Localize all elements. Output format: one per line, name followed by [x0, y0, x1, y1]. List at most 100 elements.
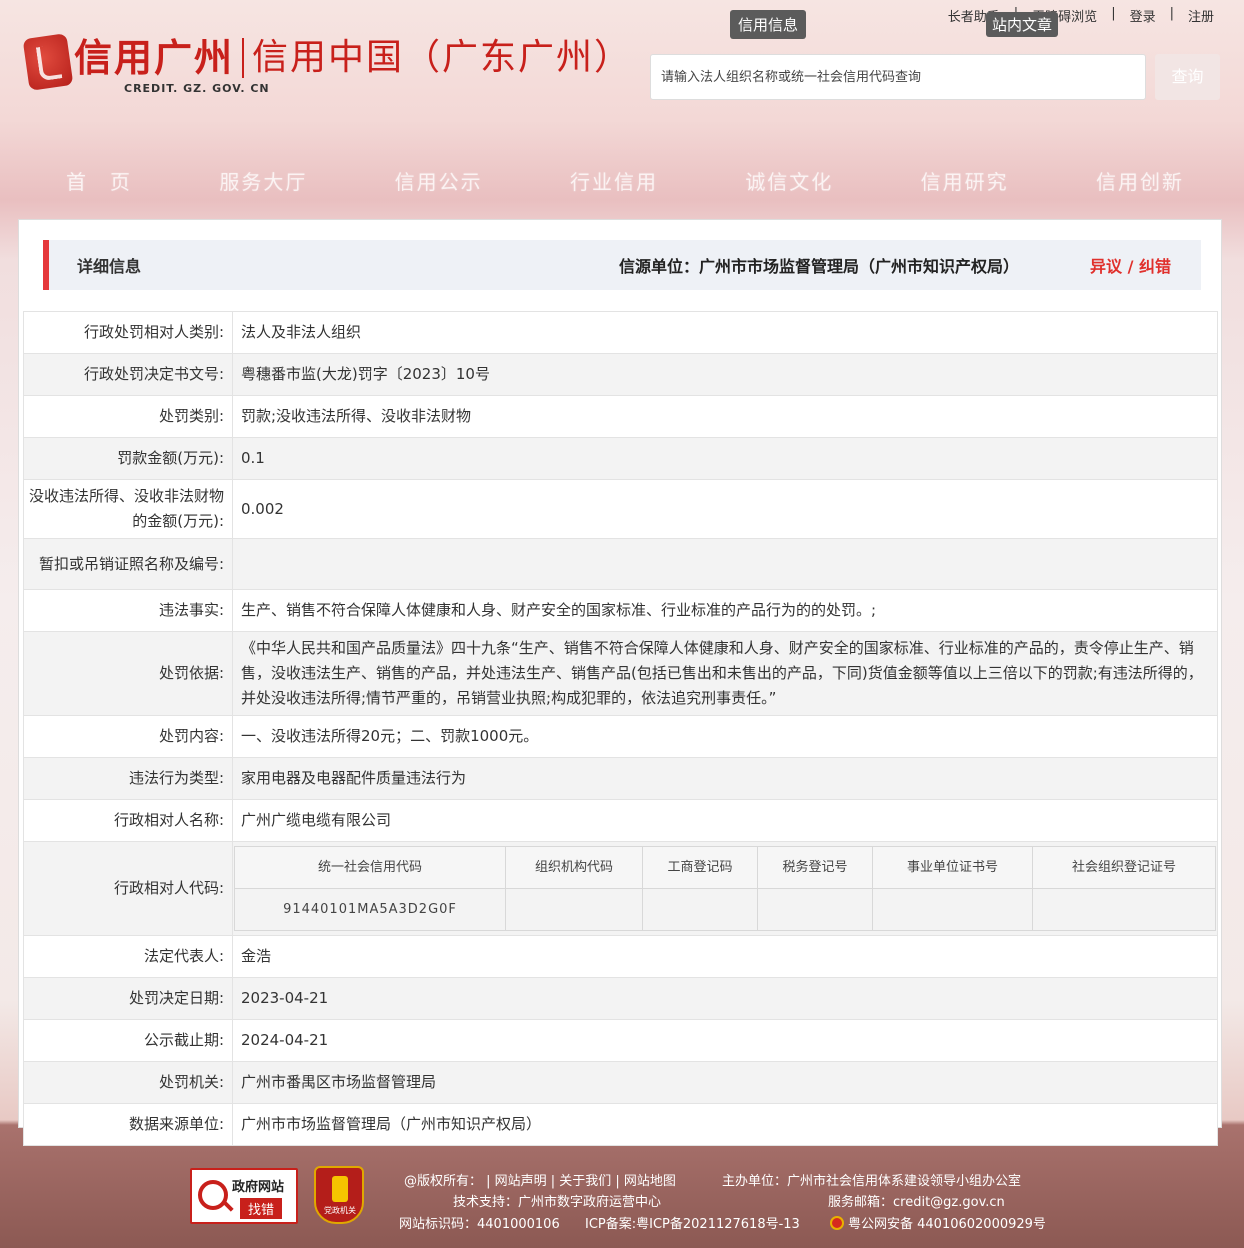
header: 信用广州 信用中国（广东广州） CREDIT. GZ. GOV. CN 长者助手…: [0, 0, 1244, 220]
row-label: 违法行为类型:: [23, 757, 233, 800]
row-label: 公示截止期:: [23, 1019, 233, 1062]
row-label: 处罚决定日期:: [23, 977, 233, 1020]
codes-cell: 统一社会信用代码 组织机构代码 工商登记码 税务登记号 事业单位证书号 社会组织…: [232, 841, 1218, 936]
logo-divider: [242, 38, 245, 78]
divider: |: [1111, 6, 1116, 21]
top-links: 长者助手 | 无障碍浏览 | 登录 | 注册: [938, 6, 1224, 25]
divider: |: [1169, 6, 1174, 21]
footer: 政府网站 找错 党政机关 @版权所有： | 网站声明 | 关于我们 | 网站地图…: [0, 1160, 1244, 1248]
row-label: 罚款金额(万元):: [23, 437, 233, 480]
table-row: 罚款金额(万元): 0.1: [23, 437, 1218, 480]
table-row: 违法行为类型: 家用电器及电器配件质量违法行为: [23, 757, 1218, 800]
logo-title: 信用广州: [74, 35, 235, 80]
search-input[interactable]: 请输入法人组织名称或统一社会信用代码查询: [650, 54, 1146, 100]
logo-url: CREDIT. GZ. GOV. CN: [124, 82, 270, 95]
row-value: 罚款;没收违法所得、没收非法财物: [232, 395, 1218, 438]
party-government-badge[interactable]: 党政机关: [314, 1166, 364, 1224]
codes-header: 社会组织登记证号: [1032, 846, 1216, 889]
row-label: 违法事实:: [23, 589, 233, 632]
credit-seal-icon: [22, 33, 74, 91]
table-row: 没收违法所得、没收非法财物的金额(万元): 0.002: [23, 479, 1218, 539]
table-row: 处罚决定日期: 2023-04-21: [23, 977, 1218, 1020]
row-value: 《中华人民共和国产品质量法》四十九条“生产、销售不符合保障人体健康和人身、财产安…: [232, 631, 1218, 716]
table-row: 行政处罚相对人类别: 法人及非法人组织: [23, 311, 1218, 354]
row-label: 法定代表人:: [23, 935, 233, 978]
site-logo[interactable]: 信用广州 信用中国（广东广州） CREDIT. GZ. GOV. CN: [22, 33, 633, 95]
nav-credit-innovation[interactable]: 信用创新: [1096, 166, 1184, 195]
codes-value: [872, 888, 1033, 931]
row-value: 家用电器及电器配件质量违法行为: [232, 757, 1218, 800]
gov-badge-action: 找错: [240, 1198, 283, 1219]
row-value: 粤穗番市监(大龙)罚字〔2023〕10号: [232, 353, 1218, 396]
detail-table: 行政处罚相对人类别: 法人及非法人组织 行政处罚决定书文号: 粤穗番市监(大龙)…: [23, 311, 1218, 1146]
footer-links[interactable]: @版权所有： | 网站声明 | 关于我们 | 网站地图: [404, 1170, 676, 1189]
row-label: 数据来源单位:: [23, 1103, 233, 1146]
row-value: 生产、销售不符合保障人体健康和人身、财产安全的国家标准、行业标准的产品行为的的处…: [232, 589, 1218, 632]
nav-integrity-culture[interactable]: 诚信文化: [745, 166, 833, 195]
table-row: 行政相对人名称: 广州广缆电缆有限公司: [23, 799, 1218, 842]
table-row: 法定代表人: 金浩: [23, 935, 1218, 978]
row-label: 行政相对人名称:: [23, 799, 233, 842]
codes-value: [505, 888, 643, 931]
gov-badge-label: 政府网站: [232, 1180, 285, 1195]
table-row: 处罚类别: 罚款;没收违法所得、没收非法财物: [23, 395, 1218, 438]
magnifier-icon: [198, 1180, 228, 1210]
codes-header: 组织机构代码: [505, 846, 643, 889]
codes-value: [642, 888, 758, 931]
logo-subtitle: 信用中国（广东广州）: [252, 37, 633, 78]
table-row: 行政处罚决定书文号: 粤穗番市监(大龙)罚字〔2023〕10号: [23, 353, 1218, 396]
row-value: 0.1: [232, 437, 1218, 480]
table-row: 处罚内容: 一、没收违法所得20元；二、罚款1000元。: [23, 715, 1218, 758]
codes-header: 事业单位证书号: [872, 846, 1033, 889]
gov-website-error-badge[interactable]: 政府网站 找错: [190, 1168, 298, 1224]
footer-host: 主办单位：广州市社会信用体系建设领导小组办公室: [722, 1174, 1022, 1189]
table-row: 行政相对人代码: 统一社会信用代码 组织机构代码 工商登记码 税务登记号 事业单…: [23, 841, 1218, 936]
detail-title: 详细信息: [77, 257, 142, 276]
register-link[interactable]: 注册: [1178, 6, 1224, 25]
row-label: 处罚依据:: [23, 631, 233, 716]
table-row: 违法事实: 生产、销售不符合保障人体健康和人身、财产安全的国家标准、行业标准的产…: [23, 589, 1218, 632]
row-value: 广州市市场监督管理局（广州市知识产权局）: [232, 1103, 1218, 1146]
nav-service-hall[interactable]: 服务大厅: [219, 166, 307, 195]
row-value: 0.002: [232, 479, 1218, 539]
row-value: 金浩: [232, 935, 1218, 978]
detail-card: 详细信息 信源单位：广州市市场监督管理局（广州市知识产权局） 异议 / 纠错 行…: [18, 219, 1222, 1146]
row-value: 法人及非法人组织: [232, 311, 1218, 354]
tab-credit-info[interactable]: 信用信息: [730, 10, 807, 39]
footer-tech: 技术支持：广州市数字政府运营中心: [453, 1195, 662, 1210]
tab-site-articles[interactable]: 站内文章: [986, 12, 1059, 37]
table-row: 公示截止期: 2024-04-21: [23, 1019, 1218, 1062]
table-row: 暂扣或吊销证照名称及编号:: [23, 538, 1218, 590]
row-label: 行政处罚决定书文号:: [23, 353, 233, 396]
row-value: 2024-04-21: [232, 1019, 1218, 1062]
nav-industry-credit[interactable]: 行业信用: [570, 166, 658, 195]
codes-value: 91440101MA5A3D2G0F: [234, 888, 506, 931]
footer-site-id: 网站标识码：4401000106: [399, 1217, 560, 1232]
row-label: 没收违法所得、没收非法财物的金额(万元):: [23, 479, 233, 539]
login-link[interactable]: 登录: [1120, 6, 1166, 25]
row-value: 2023-04-21: [232, 977, 1218, 1020]
row-value: 广州广缆电缆有限公司: [232, 799, 1218, 842]
codes-value-row: 91440101MA5A3D2G0F: [234, 888, 1216, 931]
detail-header: 详细信息 信源单位：广州市市场监督管理局（广州市知识产权局） 异议 / 纠错: [43, 240, 1201, 290]
nav-credit-research[interactable]: 信用研究: [921, 166, 1009, 195]
footer-police: 粤公网安备 44010602000929号: [848, 1217, 1046, 1232]
table-row: 数据来源单位: 广州市市场监督管理局（广州市知识产权局）: [23, 1103, 1218, 1146]
party-badge-label: 党政机关: [324, 1206, 356, 1215]
footer-email: 服务邮箱：credit@gz.gov.cn: [828, 1195, 1005, 1210]
source-unit: 信源单位：广州市市场监督管理局（广州市知识产权局）: [619, 257, 1020, 276]
codes-header: 统一社会信用代码: [234, 846, 506, 889]
objection-link[interactable]: 异议 / 纠错: [1090, 253, 1171, 277]
row-label: 处罚机关:: [23, 1061, 233, 1104]
emblem-icon: [332, 1176, 348, 1202]
nav-home[interactable]: 首 页: [66, 166, 132, 195]
search-button[interactable]: 查询: [1155, 54, 1220, 100]
nav-credit-publicity[interactable]: 信用公示: [395, 166, 483, 195]
table-row: 处罚机关: 广州市番禺区市场监督管理局: [23, 1061, 1218, 1104]
footer-icp[interactable]: ICP备案:粤ICP备2021127618号-13: [585, 1213, 800, 1232]
police-badge-icon: [830, 1216, 844, 1230]
footer-police-record[interactable]: 粤公网安备 44010602000929号: [830, 1213, 1046, 1232]
codes-value: [757, 888, 873, 931]
table-row: 处罚依据: 《中华人民共和国产品质量法》四十九条“生产、销售不符合保障人体健康和…: [23, 631, 1218, 716]
row-label: 行政处罚相对人类别:: [23, 311, 233, 354]
